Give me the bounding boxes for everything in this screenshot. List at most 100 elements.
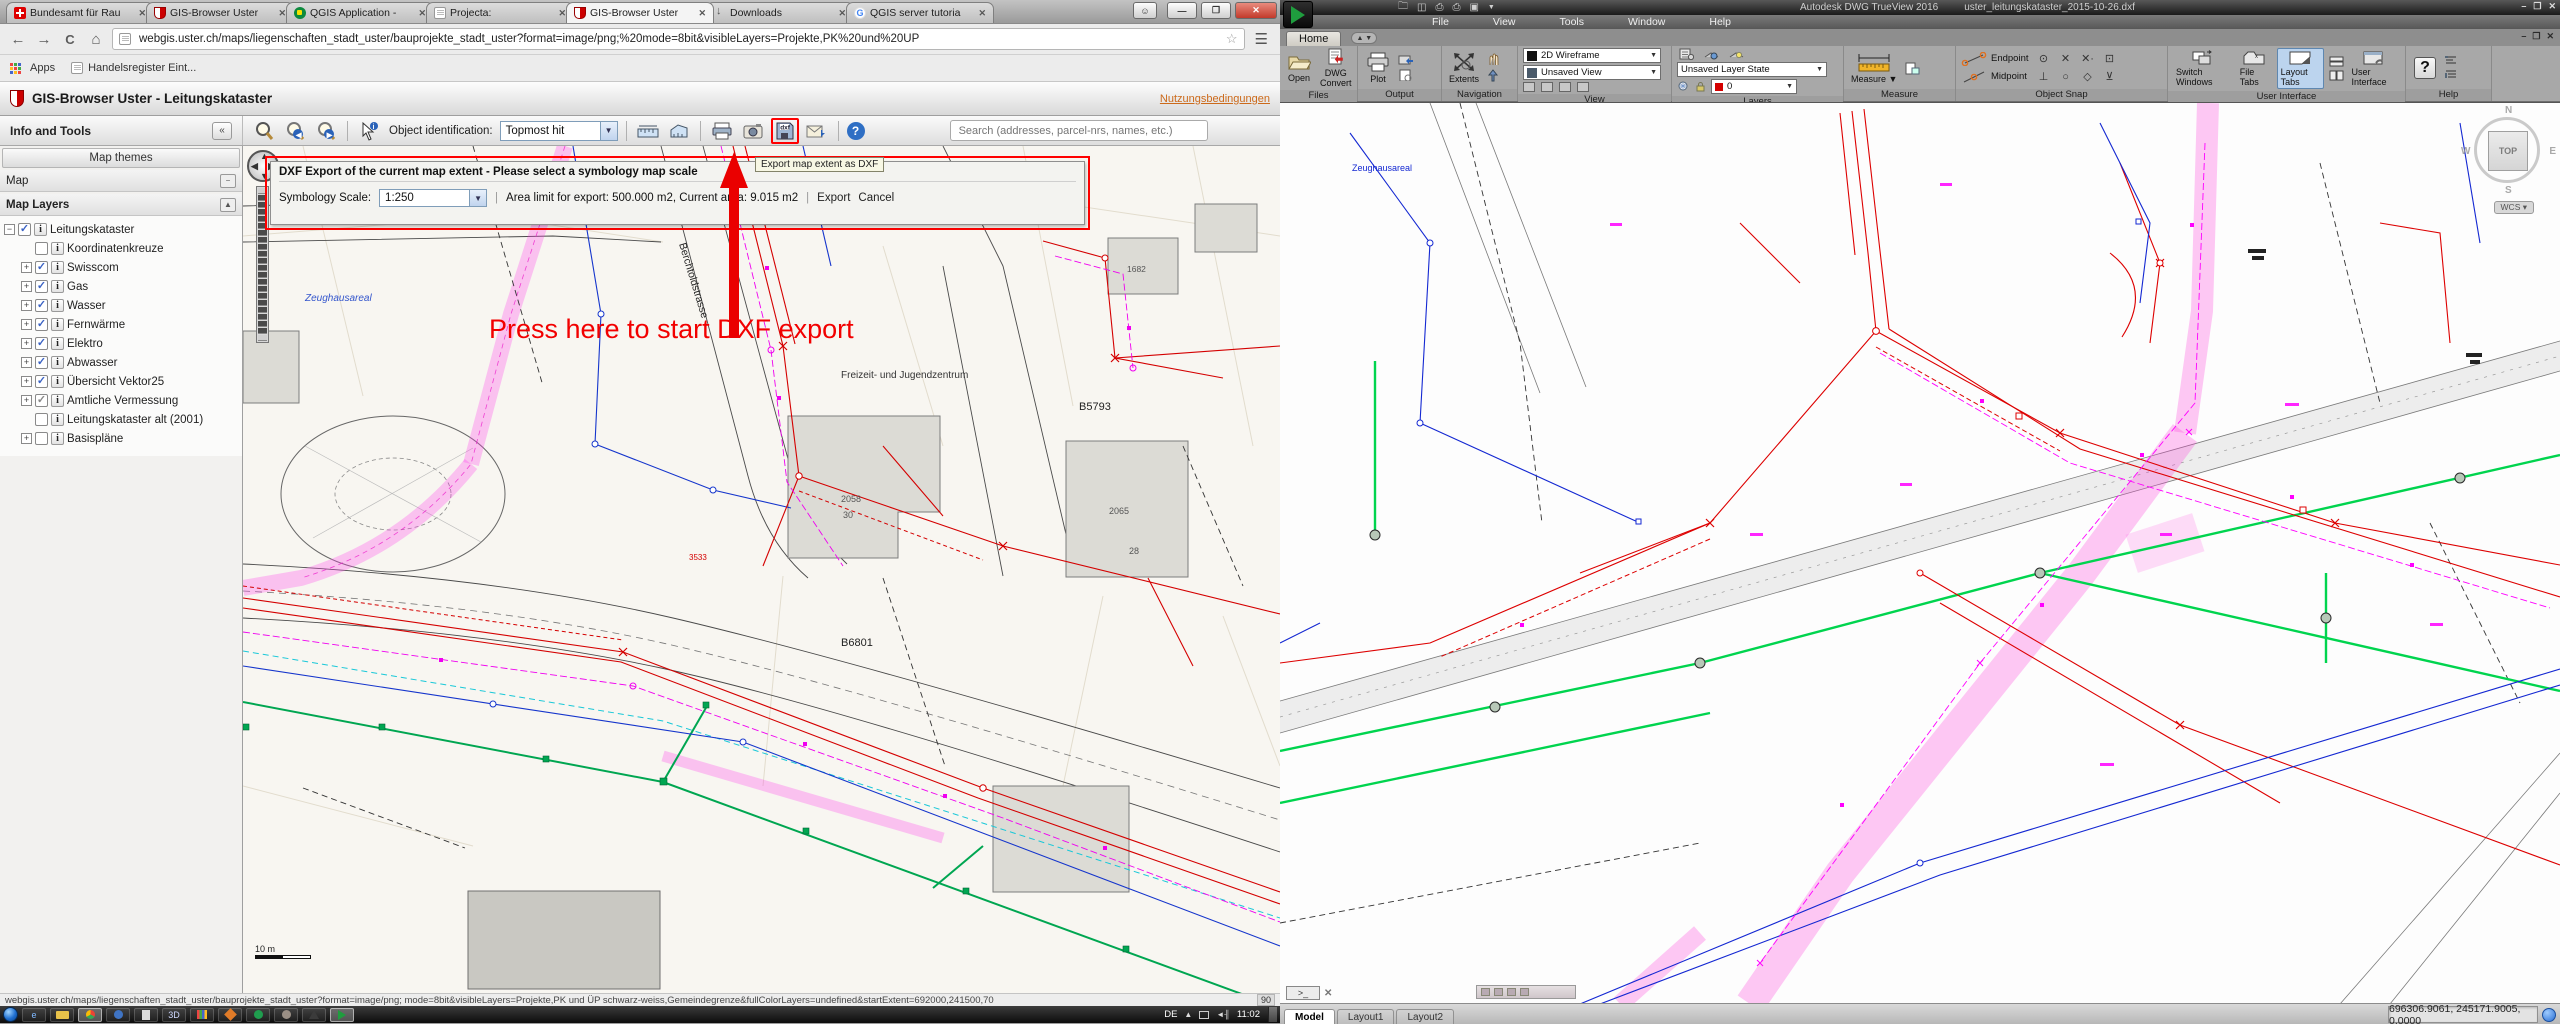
taskbar-icon-media[interactable] (106, 1008, 130, 1022)
restore-button[interactable]: ❐ (2533, 1, 2541, 12)
tab-gis-browser-active[interactable]: GIS-Browser Uster ✕ (566, 2, 714, 23)
url-box[interactable]: ☆ (112, 28, 1245, 50)
layer-name-select[interactable]: 0 ▼ (1711, 79, 1797, 94)
taskbar-icon-inkscape[interactable] (302, 1008, 326, 1022)
tab-bundesamt[interactable]: Bundesamt für Rau ✕ (6, 2, 154, 23)
tray-clock[interactable]: 11:02 (1237, 1009, 1260, 1020)
qat-dropdown-icon[interactable]: ▼ (1488, 4, 1495, 11)
view-toggle-icon-1[interactable] (1523, 82, 1535, 92)
layer-info-button[interactable]: i (51, 299, 64, 312)
search-input[interactable] (957, 124, 1201, 138)
layer-info-button[interactable]: i (51, 337, 64, 350)
wcs-dropdown[interactable]: WCS ▾ (2494, 201, 2534, 214)
print-icon[interactable] (709, 119, 735, 143)
taskbar-icon-palette[interactable] (190, 1008, 214, 1022)
expand-node-icon[interactable]: + (21, 395, 32, 406)
view-toggle-icon-4[interactable] (1577, 82, 1589, 92)
menu-help[interactable]: Help (1687, 16, 1753, 28)
back-button[interactable]: ← (8, 31, 28, 48)
collapse-section-icon[interactable]: ▲ (220, 198, 236, 212)
minimize-button[interactable]: – (2521, 1, 2526, 12)
map-section-header[interactable]: Map − (0, 170, 242, 192)
export-button[interactable]: Export (817, 192, 850, 204)
map-layers-section-header[interactable]: Map Layers ▲ (0, 194, 242, 216)
qat-preview-icon[interactable]: ▣ (1469, 2, 1478, 13)
tab-close-icon[interactable]: ✕ (838, 8, 846, 19)
layer-checkbox[interactable]: ✓ (18, 223, 31, 236)
symbology-scale-select[interactable]: 1:250 ▼ (379, 189, 487, 207)
layer-row-fernwaerme[interactable]: + ✓ i Fernwärme (4, 315, 242, 334)
layer-checkbox[interactable]: ✓ (35, 375, 48, 388)
switch-windows-button[interactable]: Switch Windows (2173, 49, 2232, 88)
viewcube-south[interactable]: S (2505, 185, 2512, 196)
view-toggle-icon-3[interactable] (1559, 82, 1571, 92)
tab-close-icon[interactable]: ✕ (558, 8, 566, 19)
viewcube-west[interactable]: W (2461, 146, 2470, 157)
menu-tools[interactable]: Tools (1538, 16, 1607, 28)
layer-info-button[interactable]: i (34, 223, 47, 236)
layer-info-button[interactable]: i (51, 261, 64, 274)
layer-info-button[interactable]: i (51, 242, 64, 255)
tab-close-icon[interactable]: ✕ (418, 8, 426, 19)
qat-print-icon[interactable]: ⎙ (1435, 2, 1443, 13)
map-canvas[interactable]: Zeughausareal Berchtoldstrasse Freizeit-… (243, 146, 1280, 993)
endpoint-snap-button[interactable]: Endpoint (1961, 52, 2029, 66)
layer-state-select[interactable]: Unsaved Layer State ▼ (1677, 62, 1827, 77)
layer-row-leitungskataster-alt[interactable]: ✓ i Leitungskataster alt (2001) (4, 410, 242, 429)
close-icon[interactable]: ✕ (1324, 988, 1332, 999)
open-button[interactable]: Open (1285, 53, 1313, 83)
nearest-snap-icon[interactable]: ◇ (2078, 69, 2098, 85)
expand-node-icon[interactable]: + (21, 319, 32, 330)
qat-plot-icon[interactable]: ⎙ (1452, 2, 1460, 13)
menu-file[interactable]: File (1410, 16, 1471, 28)
floating-mini-toolbar[interactable] (1476, 985, 1576, 999)
tab-gis-browser-1[interactable]: GIS-Browser Uster ✕ (146, 2, 294, 23)
help-button[interactable]: ? (2411, 56, 2439, 80)
layout-tabs-button[interactable]: Layout Tabs (2277, 48, 2324, 89)
tab-projecta[interactable]: Projecta: ✕ (426, 2, 574, 23)
taskbar-icon-qgis[interactable] (246, 1008, 270, 1022)
send-map-icon[interactable] (804, 119, 830, 143)
zoom-extent-icon[interactable] (251, 119, 277, 143)
sidebar-collapse-button[interactable]: « (212, 122, 232, 140)
help-list-icon-1[interactable] (2444, 55, 2459, 66)
viewcube[interactable]: TOP N W S E (2466, 109, 2552, 195)
user-interface-button[interactable]: User Interface (2349, 49, 2400, 88)
status-sphere-icon[interactable] (2542, 1008, 2556, 1022)
tray-volume-icon[interactable]: ◄╢ (1216, 1010, 1230, 1019)
layer-info-button[interactable]: i (51, 394, 64, 407)
zoom-extents-button[interactable]: Extents (1447, 52, 1481, 84)
layer-checkbox[interactable]: ✓ (35, 242, 48, 255)
start-button[interactable] (3, 1007, 18, 1022)
help-button[interactable]: ? (847, 122, 865, 140)
object-identification-select[interactable]: Topmost hit ▼ (500, 121, 618, 141)
pan-left-icon[interactable]: ◀ (251, 161, 258, 172)
layer-row-koordinatenkreuze[interactable]: ✓ i Koordinatenkreuze (4, 239, 242, 258)
ribbon-minimize-button[interactable]: ▲ ▼ (1351, 32, 1377, 44)
measure-length-icon[interactable] (635, 119, 661, 143)
layer-info-button[interactable]: i (51, 318, 64, 331)
batch-plot-icon[interactable] (1398, 54, 1414, 66)
forward-button[interactable]: → (34, 31, 54, 48)
center-snap-icon[interactable]: ⊙ (2034, 51, 2054, 67)
qat-open-icon[interactable]: 🗀 (1398, 0, 1408, 16)
expand-node-icon[interactable]: + (21, 300, 32, 311)
viewcube-north[interactable]: N (2505, 105, 2512, 116)
search-box[interactable] (950, 120, 1208, 141)
screenshot-icon[interactable] (740, 119, 766, 143)
layer-row-wasser[interactable]: + ✓ i Wasser (4, 296, 242, 315)
taskbar-icon-internet-explorer[interactable]: e (22, 1008, 46, 1022)
doc-restore-button[interactable]: ❐ (2532, 31, 2540, 42)
expand-node-icon[interactable]: + (21, 338, 32, 349)
layer-info-button[interactable]: i (51, 280, 64, 293)
tab-close-icon[interactable]: ✕ (698, 8, 706, 19)
restore-button[interactable]: ❐ (1201, 2, 1231, 19)
layer-checkbox[interactable]: ✓ (35, 280, 48, 293)
plot-button[interactable]: Plot (1363, 52, 1393, 84)
layer-checkbox[interactable]: ✓ (35, 413, 48, 426)
insertion-snap-icon[interactable]: ⊡ (2100, 51, 2120, 67)
layer-properties-icon[interactable] (1679, 48, 1694, 60)
file-tabs-button[interactable]: x File Tabs (2237, 49, 2272, 88)
tab-close-icon[interactable]: ✕ (138, 8, 146, 19)
identify-cursor-icon[interactable]: i (356, 119, 382, 143)
